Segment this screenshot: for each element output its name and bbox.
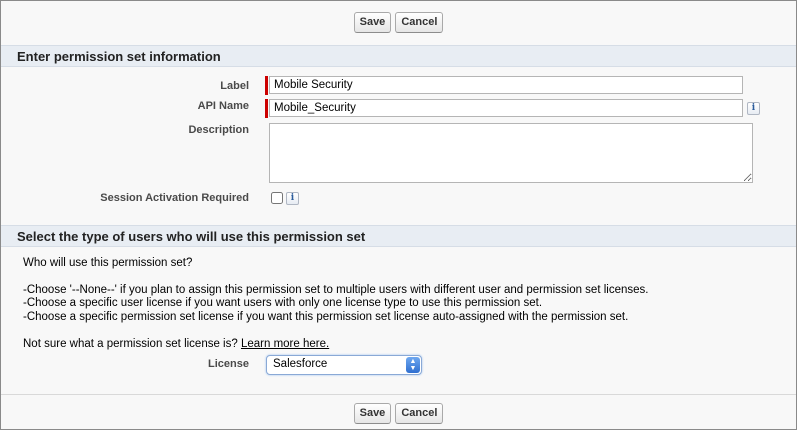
label-field-label: Label [220,80,249,92]
not-sure-text: Not sure what a permission set license i… [23,338,329,350]
session-activation-label: Session Activation Required [100,192,249,204]
required-indicator [265,99,268,118]
required-indicator [265,76,268,95]
bottom-button-bar: Save Cancel [1,396,796,430]
api-name-input[interactable] [269,99,743,117]
license-field-label: License [208,358,249,370]
session-activation-info-icon[interactable]: i [286,192,299,205]
permission-set-form: Save Cancel Enter permission set informa… [0,0,797,430]
session-activation-checkbox[interactable] [271,192,283,204]
api-name-info-icon[interactable]: i [747,102,760,115]
section-header-user-type: Select the type of users who will use th… [1,225,796,247]
top-button-bar: Save Cancel [1,5,796,39]
license-select[interactable]: Salesforce ▲ ▼ [266,355,422,375]
cancel-button-bottom[interactable]: Cancel [395,402,444,424]
help-line-user-license: -Choose a specific user license if you w… [23,297,543,309]
save-button-bottom[interactable]: Save [353,402,392,424]
footer-divider [1,394,796,395]
section-header-info: Enter permission set information [1,45,796,67]
not-sure-label: Not sure what a permission set license i… [23,338,241,350]
who-question: Who will use this permission set? [23,257,193,269]
select-arrows-icon: ▲ ▼ [406,357,420,373]
cancel-button-top[interactable]: Cancel [395,11,444,33]
description-textarea[interactable] [269,123,753,183]
help-line-permission-set-license: -Choose a specific permission set licens… [23,311,629,323]
save-button-top[interactable]: Save [353,11,392,33]
label-input[interactable] [269,76,743,94]
learn-more-link[interactable]: Learn more here. [241,338,329,350]
api-name-field-label: API Name [197,100,249,112]
help-line-none: -Choose '--None--' if you plan to assign… [23,284,649,296]
description-field-label: Description [188,124,249,136]
license-selected-value: Salesforce [273,358,328,370]
